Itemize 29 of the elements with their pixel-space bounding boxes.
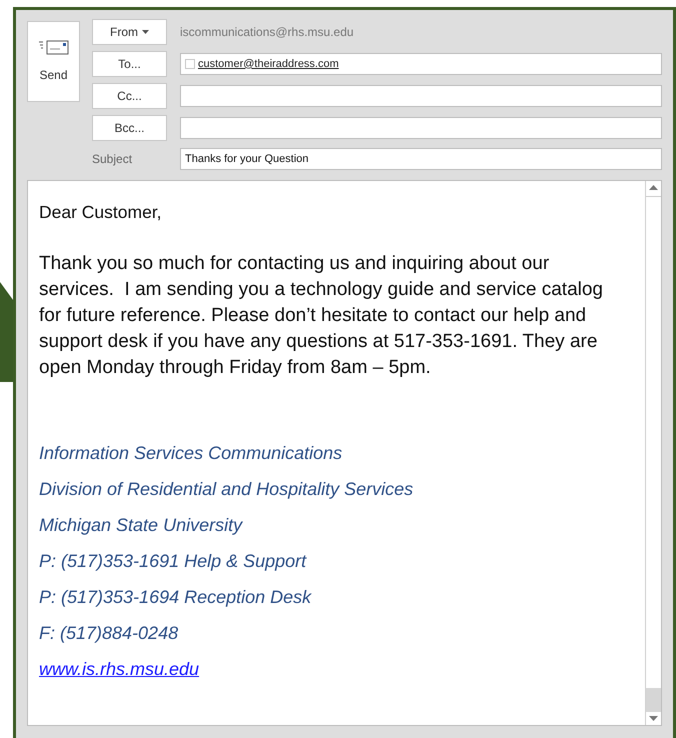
address-field[interactable] (180, 117, 662, 139)
envelope-icon (38, 40, 68, 56)
signature-line: F: (517)884-0248 (39, 622, 178, 645)
signature-line: Michigan State University (39, 514, 242, 537)
recipient-checkbox[interactable] (185, 59, 195, 69)
sender-address: iscommunications@rhs.msu.edu (180, 24, 354, 41)
scrollbar-thumb[interactable] (646, 688, 661, 712)
address-button[interactable]: Bcc... (92, 115, 167, 141)
recipient-address[interactable]: customer@theiraddress.com (198, 56, 339, 72)
send-button[interactable]: Send (27, 21, 80, 102)
message-body[interactable] (27, 180, 662, 726)
signature-line: P: (517)353-1691 Help & Support (39, 550, 306, 573)
address-field[interactable]: customer@theiraddress.com (180, 53, 662, 75)
caret-icon (142, 30, 149, 34)
scrollbar[interactable] (645, 181, 661, 725)
signature-line: P: (517)353-1694 Reception Desk (39, 586, 312, 609)
message-paragraph: Thank you so much for contacting us and inquiring about our services. I am sending you a technology guide and service catalog for future reference. Please don’t hesitate to contact our help and support desk if you have any questions at 517-353-1691. They are open Monday through Friday from 8am – 5pm. (39, 252, 604, 380)
greeting-text: Dear Customer, (39, 201, 163, 224)
address-field[interactable] (180, 85, 662, 107)
subject-field[interactable]: Thanks for your Question (180, 148, 662, 170)
address-button[interactable]: Cc... (92, 83, 167, 109)
signature-line: Division of Residential and Hospitality Services (39, 478, 414, 501)
subject-label: Subject (92, 151, 134, 168)
scroll-up-icon[interactable] (649, 185, 658, 190)
scroll-down-icon[interactable] (649, 716, 658, 721)
website-link[interactable]: www.is.rhs.msu.edu (39, 651, 200, 687)
signature-line: Information Services Communications (39, 442, 342, 465)
from-dropdown-button[interactable]: From (92, 19, 167, 45)
address-button[interactable]: To... (92, 51, 167, 77)
